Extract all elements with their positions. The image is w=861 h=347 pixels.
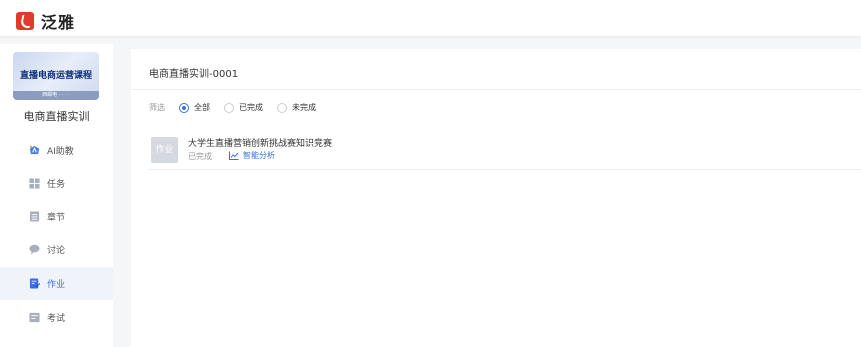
homework-list-item[interactable]: 作业 大学生直播营销创新挑战赛知识竞赛 已完成 智能分析	[149, 136, 861, 170]
ai-assistant-icon	[29, 145, 40, 155]
sidebar-item-label: 讨论	[47, 246, 66, 256]
filter-option-label: 未完成	[292, 103, 316, 112]
smart-analysis-label: 智能分析	[243, 151, 275, 160]
sidebar-item-label: 考试	[47, 314, 66, 324]
sidebar-item-label: 作业	[47, 280, 66, 290]
filter-completed-radio[interactable]: 已完成	[224, 102, 263, 113]
page-title: 电商直播实训-0001	[149, 69, 239, 80]
sidebar-item-label: 任务	[47, 180, 66, 190]
main-panel: 电商直播实训-0001 筛选 全部 已完成 未完成 作业 大学生直播营销创新挑战…	[131, 49, 861, 347]
sidebar: 直播电商运营课程 西邮电 · · · · 电商直播实训 AI助教 任务 章节 讨…	[0, 44, 113, 347]
homework-badge: 作业	[151, 137, 178, 163]
fanya-logo-icon	[16, 12, 34, 30]
sidebar-item-discussion[interactable]: 讨论	[0, 233, 113, 266]
title-divider	[131, 89, 861, 90]
line-chart-icon	[229, 151, 239, 160]
course-name: 电商直播实训	[23, 110, 90, 123]
homework-title[interactable]: 大学生直播营销创新挑战赛知识竞赛	[188, 136, 332, 149]
top-bar: 泛雅	[0, 0, 861, 36]
sidebar-item-label: AI助教	[47, 147, 74, 157]
task-icon	[29, 178, 40, 189]
filter-incomplete-radio[interactable]: 未完成	[277, 102, 316, 113]
sidebar-item-task[interactable]: 任务	[0, 167, 113, 200]
filter-option-label: 全部	[194, 103, 210, 112]
filter-all-radio[interactable]: 全部	[179, 102, 210, 113]
smart-analysis-link[interactable]: 智能分析	[229, 150, 275, 161]
filter-bar: 筛选 全部 已完成 未完成	[149, 102, 330, 113]
sidebar-item-homework[interactable]: 作业	[0, 267, 113, 300]
filter-label: 筛选	[149, 103, 165, 112]
app-logo[interactable]: 泛雅	[16, 9, 75, 33]
exam-icon	[29, 312, 40, 323]
filter-option-label: 已完成	[239, 103, 263, 112]
course-cover[interactable]: 直播电商运营课程 西邮电 · · · ·	[13, 52, 99, 100]
chapter-icon	[29, 211, 40, 222]
course-cover-title: 直播电商运营课程	[19, 71, 92, 81]
course-cover-strip: 西邮电 · · · ·	[13, 91, 99, 100]
homework-icon	[29, 278, 40, 289]
homework-status: 已完成	[188, 152, 212, 161]
sidebar-item-label: 章节	[47, 213, 66, 223]
radio-checked-icon	[179, 102, 189, 113]
discussion-icon	[29, 244, 40, 255]
app-logo-text: 泛雅	[41, 13, 76, 32]
sidebar-item-ai-assistant[interactable]: AI助教	[0, 134, 113, 167]
radio-unchecked-icon	[224, 102, 234, 113]
sidebar-item-exam[interactable]: 考试	[0, 301, 113, 334]
sidebar-item-chapter[interactable]: 章节	[0, 200, 113, 233]
radio-unchecked-icon	[277, 102, 287, 113]
